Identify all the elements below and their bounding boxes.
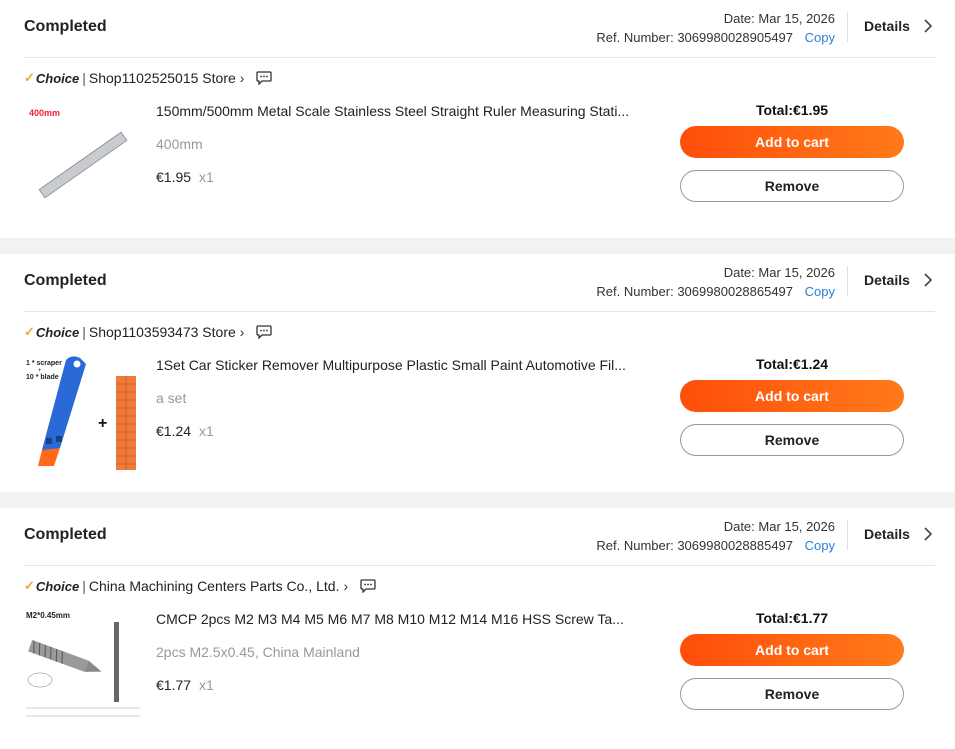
add-to-cart-button[interactable]: Add to cart — [680, 126, 904, 158]
choice-badge: ✓ Choice — [24, 70, 79, 86]
store-name-link[interactable]: China Machining Centers Parts Co., Ltd. — [89, 578, 340, 594]
check-icon: ✓ — [24, 70, 35, 85]
chevron-right-icon: › — [343, 578, 349, 594]
item-title[interactable]: CMCP 2pcs M2 M3 M4 M5 M6 M7 M8 M10 M12 M… — [156, 611, 634, 627]
order-date: Date: Mar 15, 2026 — [723, 11, 835, 26]
item-qty: x1 — [199, 677, 214, 693]
pipe-divider: | — [82, 578, 86, 594]
chat-bubble-icon[interactable] — [256, 71, 273, 85]
image-caption: 1 * scraper — [26, 360, 62, 367]
order-date: Date: Mar 15, 2026 — [723, 265, 835, 280]
choice-label: Choice — [35, 324, 80, 340]
order-ref: Ref. Number: 3069980028885497 Copy — [596, 536, 835, 555]
image-caption: 400mm — [29, 108, 60, 118]
plus-sign: + — [98, 415, 107, 432]
order-meta: Date: Mar 15, 2026 Ref. Number: 30699800… — [596, 9, 835, 47]
divider — [24, 565, 935, 566]
divider — [24, 311, 935, 312]
order-card: Completed Date: Mar 15, 2026 Ref. Number… — [0, 0, 955, 238]
chevron-right-icon — [924, 273, 933, 287]
chat-bubble-icon[interactable] — [256, 325, 273, 339]
item-price: €1.95 — [156, 169, 192, 185]
details-label: Details — [864, 272, 910, 288]
item-variant: 400mm — [156, 136, 203, 152]
remove-button[interactable]: Remove — [680, 678, 904, 710]
choice-badge: ✓ Choice — [24, 578, 79, 594]
ref-number: 3069980028905497 — [677, 30, 794, 45]
ref-number: 3069980028885497 — [677, 538, 794, 553]
store-name-link[interactable]: Shop1103593473 Store — [89, 324, 236, 340]
details-label: Details — [864, 526, 910, 542]
choice-label: Choice — [35, 578, 80, 594]
order-status: Completed — [24, 526, 107, 543]
remove-button[interactable]: Remove — [680, 170, 904, 202]
divider — [24, 57, 935, 58]
item-price-row: €1.24 x1 — [156, 423, 214, 439]
details-link[interactable]: Details — [864, 272, 936, 288]
order-date: Date: Mar 15, 2026 — [723, 519, 835, 534]
section-separator — [0, 492, 955, 508]
chevron-right-icon: › — [239, 324, 245, 340]
item-price-row: €1.95 x1 — [156, 169, 214, 185]
pipe-divider: | — [82, 324, 86, 340]
check-icon: ✓ — [24, 578, 35, 593]
item-qty: x1 — [199, 423, 214, 439]
ref-label: Ref. Number: — [596, 284, 674, 299]
ref-label: Ref. Number: — [596, 30, 674, 45]
section-separator — [0, 238, 955, 254]
store-name-link[interactable]: Shop1102525015 Store — [89, 70, 236, 86]
order-status: Completed — [24, 18, 107, 35]
add-to-cart-button[interactable]: Add to cart — [680, 634, 904, 666]
order-ref: Ref. Number: 3069980028905497 Copy — [596, 28, 835, 47]
remove-button[interactable]: Remove — [680, 424, 904, 456]
order-total: Total:€1.24 — [755, 356, 829, 372]
copy-button[interactable]: Copy — [805, 284, 835, 299]
item-title[interactable]: 150mm/500mm Metal Scale Stainless Steel … — [156, 103, 634, 119]
item-price: €1.77 — [156, 677, 192, 693]
order-status: Completed — [24, 272, 107, 289]
order-ref: Ref. Number: 3069980028865497 Copy — [596, 282, 835, 301]
item-price: €1.24 — [156, 423, 192, 439]
order-total: Total:€1.95 — [755, 102, 829, 118]
store-row: ✓ Choice | China Machining Centers Parts… — [24, 578, 376, 594]
order-meta: Date: Mar 15, 2026 Ref. Number: 30699800… — [596, 517, 835, 555]
chevron-right-icon — [924, 527, 933, 541]
divider — [847, 266, 848, 296]
divider — [847, 12, 848, 42]
item-variant: 2pcs M2.5x0.45, China Mainland — [156, 644, 360, 660]
store-row: ✓ Choice | Shop1102525015 Store › — [24, 70, 273, 86]
item-variant: a set — [156, 390, 187, 406]
copy-button[interactable]: Copy — [805, 538, 835, 553]
product-image[interactable]: 400mm — [24, 100, 142, 218]
details-link[interactable]: Details — [864, 18, 936, 34]
image-caption: M2*0.45mm — [26, 611, 70, 620]
ref-number: 3069980028865497 — [677, 284, 794, 299]
order-meta: Date: Mar 15, 2026 Ref. Number: 30699800… — [596, 263, 835, 301]
order-total: Total:€1.77 — [755, 610, 829, 626]
product-image[interactable]: M2*0.45mm — [24, 608, 142, 726]
chevron-right-icon: › — [239, 70, 245, 86]
choice-label: Choice — [35, 70, 80, 86]
item-qty: x1 — [199, 169, 214, 185]
divider — [847, 520, 848, 550]
product-image[interactable]: 1 * scraper + 10 * blade + — [24, 354, 142, 472]
item-price-row: €1.77 x1 — [156, 677, 214, 693]
ref-label: Ref. Number: — [596, 538, 674, 553]
order-card: Completed Date: Mar 15, 2026 Ref. Number… — [0, 508, 955, 746]
pipe-divider: | — [82, 70, 86, 86]
details-link[interactable]: Details — [864, 526, 936, 542]
order-card: Completed Date: Mar 15, 2026 Ref. Number… — [0, 254, 955, 492]
add-to-cart-button[interactable]: Add to cart — [680, 380, 904, 412]
image-caption: 10 * blade — [26, 374, 59, 381]
chat-bubble-icon[interactable] — [360, 579, 376, 593]
chevron-right-icon — [924, 19, 933, 33]
details-label: Details — [864, 18, 910, 34]
item-title[interactable]: 1Set Car Sticker Remover Multipurpose Pl… — [156, 357, 634, 373]
copy-button[interactable]: Copy — [805, 30, 835, 45]
check-icon: ✓ — [24, 324, 35, 339]
choice-badge: ✓ Choice — [24, 324, 79, 340]
store-row: ✓ Choice | Shop1103593473 Store › — [24, 324, 273, 340]
